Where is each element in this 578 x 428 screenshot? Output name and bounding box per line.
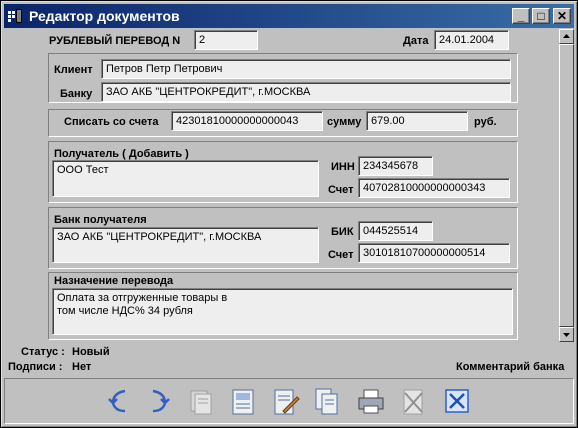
client-field[interactable]: Петров Петр Петрович <box>101 59 511 79</box>
status-value: Новый <box>72 346 110 358</box>
signatures-value: Нет <box>72 361 92 373</box>
recipient-bank-account-field[interactable]: 30101810700000000514 <box>358 243 510 263</box>
recipient-account-label: Счет <box>328 184 354 196</box>
debit-account-field[interactable]: 42301810000000000043 <box>171 111 323 131</box>
purpose-field[interactable]: Оплата за отгруженные товары в том числе… <box>52 288 513 335</box>
arrow-down-icon <box>563 333 570 337</box>
inn-field[interactable]: 234345678 <box>358 156 433 176</box>
scroll-down-button[interactable] <box>559 327 574 342</box>
undo-icon[interactable] <box>103 385 135 417</box>
window-title: Редактор документов <box>29 8 180 24</box>
sum-label: сумму <box>327 116 362 128</box>
delete-disabled-icon <box>397 385 429 417</box>
close-button[interactable]: ✕ <box>553 8 571 24</box>
doc-icon[interactable] <box>227 385 259 417</box>
vertical-scrollbar[interactable] <box>559 29 574 342</box>
scroll-up-button[interactable] <box>559 29 574 44</box>
debit-account-label: Списать со счета <box>64 116 159 128</box>
recipient-account-field[interactable]: 40702810000000000343 <box>358 178 510 198</box>
bank-comment-link[interactable]: Комментарий банка <box>456 361 564 373</box>
doc-type-label: РУБЛЕВЫЙ ПЕРЕВОД N <box>49 35 181 47</box>
duplicate-icon[interactable] <box>311 385 343 417</box>
purpose-title: Назначение перевода <box>54 275 174 287</box>
copy-disabled-icon <box>185 385 217 417</box>
recipient-title[interactable]: Получатель ( Добавить ) <box>54 148 189 160</box>
signatures-label: Подписи : <box>8 361 63 373</box>
print-icon[interactable] <box>355 385 387 417</box>
recipient-bank-title: Банк получателя <box>54 214 147 226</box>
date-label: Дата <box>403 35 429 47</box>
arrow-up-icon <box>563 34 570 38</box>
sum-field[interactable]: 679.00 <box>366 111 468 131</box>
edit-doc-icon[interactable] <box>269 385 301 417</box>
inn-label: ИНН <box>331 161 355 173</box>
recipient-name-field[interactable]: ООО Тест <box>52 160 319 197</box>
recipient-bank-name-field[interactable]: ЗАО АКБ "ЦЕНТРОКРЕДИТ", г.МОСКВА <box>52 227 319 263</box>
currency-label: руб. <box>474 116 497 128</box>
minimize-button[interactable]: _ <box>512 8 530 24</box>
title-bar[interactable]: Редактор документов _ □ ✕ <box>4 4 574 28</box>
status-label: Статус : <box>21 346 65 358</box>
purpose-line-1: Оплата за отгруженные товары в <box>57 292 228 304</box>
bank-label: Банку <box>60 88 93 100</box>
form-area: РУБЛЕВЫЙ ПЕРЕВОД N 2 Дата 24.01.2004 Кли… <box>4 29 559 342</box>
bik-label: БИК <box>331 226 354 238</box>
client-label: Клиент <box>54 64 93 76</box>
close-doc-icon[interactable] <box>441 385 473 417</box>
doc-number-field[interactable]: 2 <box>194 30 258 50</box>
toolbar <box>4 378 574 424</box>
bank-field[interactable]: ЗАО АКБ "ЦЕНТРОКРЕДИТ", г.МОСКВА <box>101 82 511 102</box>
date-field[interactable]: 24.01.2004 <box>434 30 509 50</box>
app-icon <box>7 8 23 24</box>
scroll-thumb[interactable] <box>559 44 574 327</box>
document-editor-window: Редактор документов _ □ ✕ РУБЛЕВЫЙ ПЕРЕВ… <box>0 0 578 428</box>
bik-field[interactable]: 044525514 <box>358 221 433 241</box>
purpose-line-2: том числе НДС% 34 рубля <box>57 305 193 317</box>
maximize-button[interactable]: □ <box>532 8 550 24</box>
redo-icon[interactable] <box>143 385 175 417</box>
recipient-bank-account-label: Счет <box>328 249 354 261</box>
